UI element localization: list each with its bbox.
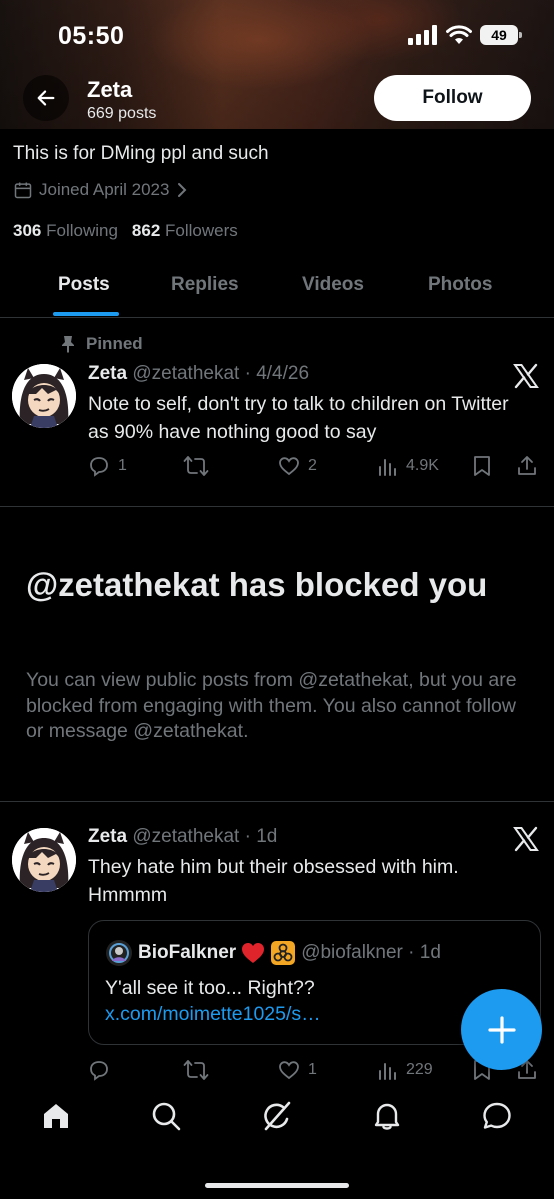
blocked-description: You can view public posts from @zetathek… [26,669,517,742]
quote-author-name: BioFalkner [138,942,237,963]
share-button[interactable] [515,454,539,478]
avatar-drawing [12,828,76,892]
status-icons: 49 [408,25,522,45]
followers-label: Followers [165,221,238,240]
follow-button[interactable]: Follow [374,75,531,121]
divider [0,801,554,802]
bottom-navigation [0,1082,554,1199]
tweet-author-name[interactable]: Zeta [88,826,127,847]
reply-icon [90,1061,108,1081]
tweet-author-name[interactable]: Zeta [88,363,127,384]
joined-label: Joined April 2023 [39,180,170,199]
quote-text-content: Y'all see it too... Right?? [105,977,315,999]
divider [0,506,554,507]
following-label: Following [46,221,118,240]
pin-icon [62,336,74,353]
messages-icon [483,1102,511,1129]
views-count: 4.9K [406,457,439,474]
profile-header: Zeta 669 posts [87,77,156,123]
followers-link[interactable]: 862 Followers [132,221,238,241]
following-count: 306 [13,221,42,240]
nav-home[interactable] [39,1099,73,1133]
tweet-text[interactable]: Note to self, don't try to talk to child… [88,390,528,446]
post-count: 669 posts [87,105,157,122]
tab-posts[interactable]: Posts [58,274,110,296]
tab-videos[interactable]: Videos [302,274,364,296]
reply-icon [90,457,108,477]
biohazard-emoji-icon [271,941,296,965]
quote-handle-date: @biofalkner · 1d [301,942,441,963]
pinned-indicator: Pinned [60,334,143,354]
avatar[interactable] [12,364,76,428]
retweet-button[interactable] [183,1058,216,1082]
tweet-handle-date[interactable]: @zetathekat · 4/4/26 [132,363,309,384]
following-link[interactable]: 306 Following [13,221,118,241]
like-count: 2 [308,457,317,474]
like-count: 1 [308,1061,317,1078]
search-icon [152,1102,181,1131]
reply-button[interactable] [87,1058,118,1082]
home-icon [44,1104,68,1128]
active-tab-indicator [53,312,119,316]
tab-replies[interactable]: Replies [171,274,239,296]
tweet-header: Zeta @zetathekat · 1d [88,826,277,848]
like-icon [279,457,299,476]
like-icon [279,1061,299,1080]
nav-notifications[interactable] [370,1099,404,1133]
blocked-title: @zetathekat has blocked you [26,566,488,603]
like-button[interactable]: 2 [277,454,317,478]
bookmark-button[interactable] [471,454,493,478]
nav-grok[interactable] [260,1099,294,1133]
x-logo-icon [513,363,539,389]
wifi-icon [446,25,472,44]
followers-count: 862 [131,221,161,240]
tweet-actions: 1 2 4.9K [87,454,539,482]
joined-date[interactable]: Joined April 2023 [13,180,189,200]
battery-indicator: 49 [480,25,522,45]
reply-button[interactable]: 1 [87,454,127,478]
quote-header: BioFalkner @biofalkner · 1d [105,939,441,967]
profile-bio: This is for DMing ppl and such [13,143,269,164]
calendar-icon [14,182,32,199]
heart-emoji-icon [242,943,265,963]
avatar[interactable] [12,828,76,892]
views-icon [379,459,396,476]
back-arrow-icon [37,90,55,106]
status-time: 05:50 [58,22,125,50]
pinned-label: Pinned [86,334,143,353]
retweet-icon [183,456,209,476]
plus-icon [487,1015,516,1044]
avatar-drawing [12,364,76,428]
share-icon [518,456,536,475]
compose-button[interactable] [461,989,542,1070]
quote-link[interactable]: x.com/moimette1025/s… [105,1003,321,1025]
bookmark-icon [474,456,490,476]
views-count: 229 [406,1061,433,1078]
tweet-header: Zeta @zetathekat · 4/4/26 [88,363,309,385]
tweet-text[interactable]: They hate him but their obsessed with hi… [88,853,528,909]
status-bar: 05:50 49 [0,0,554,70]
retweet-icon [183,1060,209,1080]
x-logo-icon [513,826,539,852]
retweet-button[interactable] [183,454,216,478]
reply-count: 1 [118,457,127,474]
nav-messages[interactable] [480,1099,514,1133]
follow-stats: 306 Following 862 Followers [13,221,238,241]
signal-icon [408,25,437,45]
quote-avatar [106,940,132,966]
profile-tabs: Posts Replies Videos Photos [0,262,554,318]
views-icon [379,1063,396,1080]
profile-name: Zeta [87,77,133,102]
nav-search[interactable] [149,1099,183,1133]
tab-photos[interactable]: Photos [428,274,492,296]
views-button[interactable]: 229 [377,1058,433,1082]
like-button[interactable]: 1 [277,1058,317,1082]
tweet-handle-date[interactable]: @zetathekat · 1d [132,826,277,847]
grok-icon [264,1101,291,1131]
notifications-icon [374,1103,400,1130]
views-button[interactable]: 4.9K [377,454,439,478]
chevron-right-icon [178,183,187,197]
back-button[interactable] [23,75,69,121]
home-indicator [205,1183,349,1188]
